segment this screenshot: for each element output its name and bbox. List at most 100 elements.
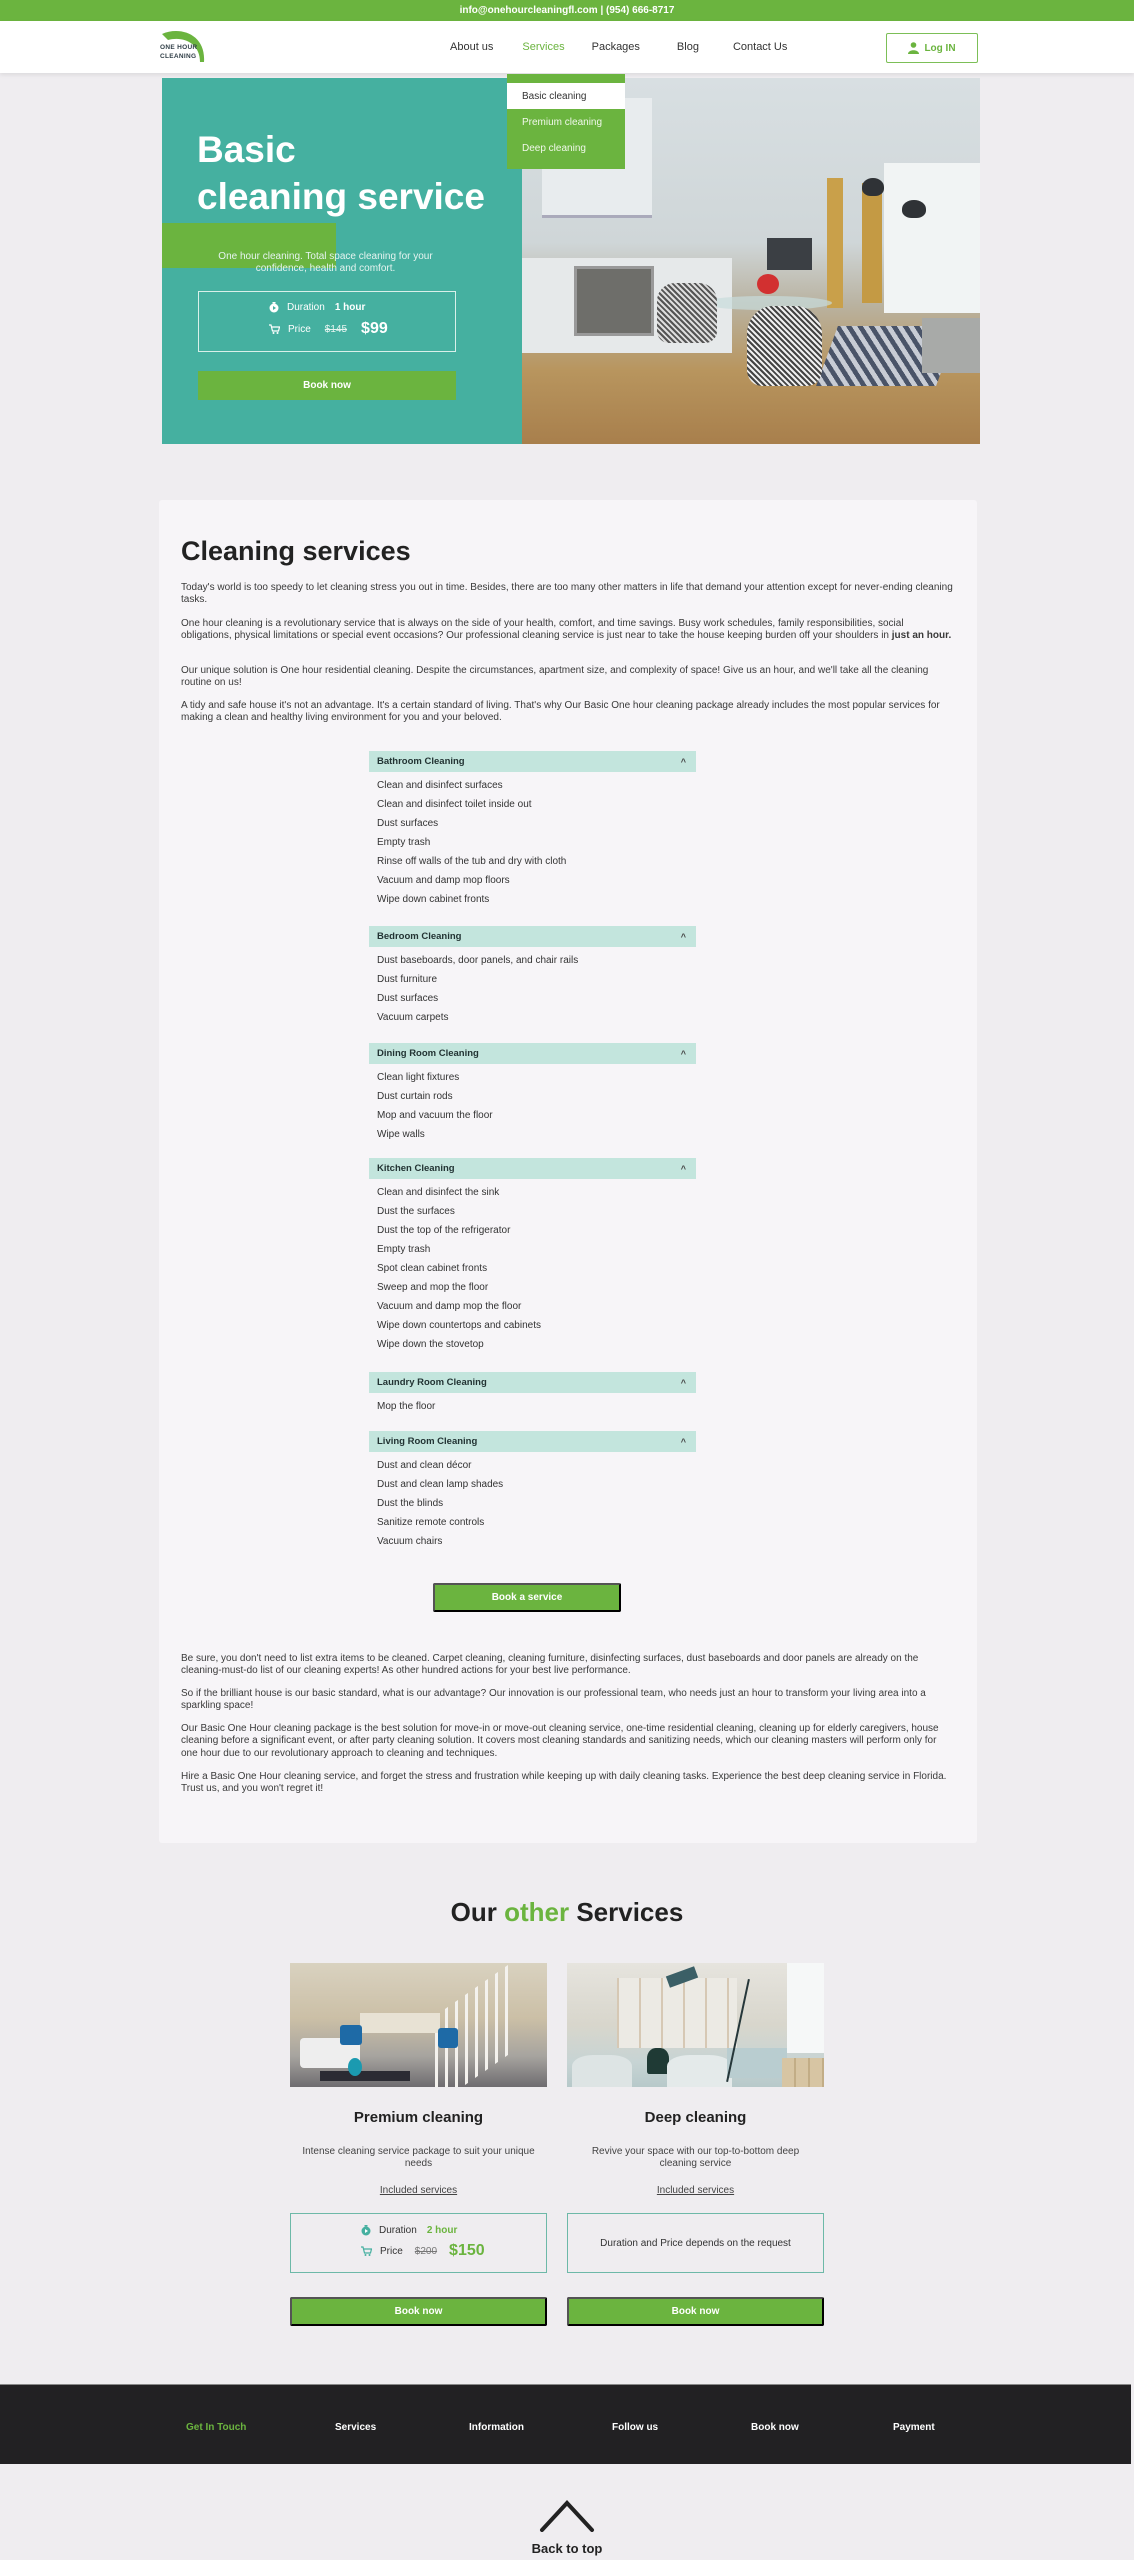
- service-description: Intense cleaning service package to suit…: [302, 2146, 535, 2169]
- chevron-up-icon: ^: [680, 1163, 686, 1174]
- list-item: Wipe down cabinet fronts: [377, 894, 490, 905]
- logo-text: ONE HOUR CLEANING: [160, 44, 198, 60]
- accordion-list: Clean and disinfect surfaces Clean and d…: [369, 772, 696, 911]
- deep-book-now-button[interactable]: Book now: [567, 2297, 824, 2326]
- duration-row: Duration 2 hour: [361, 2225, 457, 2236]
- list-item: Vacuum and damp mop the floor: [377, 1301, 522, 1312]
- accordion-list: Dust baseboards, door panels, and chair …: [369, 947, 696, 1029]
- section-title: Cleaning services: [181, 536, 411, 566]
- accordion-dining-room: Dining Room Cleaning ^ Clean light fixtu…: [369, 1043, 696, 1146]
- intro-paragraph: Our unique solution is One hour resident…: [181, 665, 929, 689]
- service-name: Premium cleaning: [353, 2109, 484, 2126]
- list-item: Dust surfaces: [377, 993, 439, 1004]
- top-contact-bar: info@onehourcleaningfl.com | (954) 666-8…: [0, 0, 1134, 21]
- accordion-header[interactable]: Bedroom Cleaning ^: [369, 926, 696, 947]
- list-item: Dust the top of the refrigerator: [377, 1225, 511, 1236]
- outro-paragraph: So if the brilliant house is our basic s…: [181, 1688, 926, 1712]
- list-item: Dust and clean décor: [377, 1460, 472, 1471]
- footer-services[interactable]: Services: [335, 2422, 376, 2433]
- list-item: Vacuum and damp mop floors: [377, 875, 510, 886]
- list-item: Clean and disinfect surfaces: [377, 780, 503, 791]
- login-label: Log IN: [924, 42, 956, 54]
- old-price: $200: [414, 2245, 438, 2257]
- accordion-kitchen: Kitchen Cleaning ^ Clean and disinfect t…: [369, 1158, 696, 1356]
- footer-get-in-touch[interactable]: Get In Touch: [186, 2422, 246, 2433]
- list-item: Dust furniture: [377, 974, 438, 985]
- back-to-top-label: Back to top: [531, 2541, 603, 2556]
- footer-payment[interactable]: Payment: [893, 2422, 935, 2433]
- pricing-note: Duration and Price depends on the reques…: [600, 2238, 791, 2249]
- list-item: Empty trash: [377, 837, 431, 848]
- footer-information[interactable]: Information: [469, 2422, 524, 2433]
- other-services-title: Our other Services: [450, 1897, 684, 1927]
- outro-paragraph: Hire a Basic One Hour cleaning service, …: [181, 1771, 947, 1795]
- service-description: Revive your space with our top-to-bottom…: [591, 2146, 800, 2169]
- chevron-up-icon: ^: [680, 931, 686, 942]
- accordion-header[interactable]: Dining Room Cleaning ^: [369, 1043, 696, 1064]
- nav-services[interactable]: Services: [522, 41, 564, 53]
- list-item: Empty trash: [377, 1244, 431, 1255]
- back-to-top[interactable]: Back to top: [0, 2500, 1134, 2556]
- list-item: Spot clean cabinet fronts: [377, 1263, 488, 1274]
- accordion-header[interactable]: Living Room Cleaning ^: [369, 1431, 696, 1452]
- cart-icon: [269, 324, 280, 334]
- cleaning-services-card: Cleaning services Today's world is too s…: [159, 500, 977, 1843]
- service-card-premium: Premium cleaning Intense cleaning servic…: [290, 1963, 547, 2326]
- deep-cleaning-photo: [567, 1963, 824, 2087]
- hero-pricing-box: Duration 1 hour Price $145 $99: [198, 291, 456, 352]
- nav-about-us[interactable]: About us: [450, 41, 493, 53]
- login-button[interactable]: Log IN: [886, 33, 978, 63]
- dropdown-item-premium-cleaning[interactable]: Premium cleaning: [507, 109, 625, 135]
- list-item: Rinse off walls of the tub and dry with …: [377, 856, 567, 867]
- list-item: Mop the floor: [377, 1401, 436, 1412]
- list-item: Clean and disinfect the sink: [377, 1187, 500, 1198]
- logo[interactable]: ONE HOUR CLEANING: [160, 28, 210, 68]
- accordion-living-room: Living Room Cleaning ^ Dust and clean dé…: [369, 1431, 696, 1553]
- main-nav: About us Services Packages Blog Contact …: [450, 21, 787, 73]
- chevron-up-icon: ^: [680, 1436, 686, 1447]
- service-name: Deep cleaning: [644, 2109, 747, 2126]
- accordion-header[interactable]: Kitchen Cleaning ^: [369, 1158, 696, 1179]
- accordion-list: Mop the floor: [369, 1393, 696, 1418]
- hero-book-now-button[interactable]: Book now: [198, 371, 456, 400]
- list-item: Vacuum chairs: [377, 1536, 443, 1547]
- chevron-up-icon: ^: [680, 756, 686, 767]
- nav-blog[interactable]: Blog: [677, 41, 699, 53]
- list-item: Dust the surfaces: [377, 1206, 455, 1217]
- price-row: Price $145 $99: [269, 320, 388, 338]
- current-price: $99: [361, 320, 388, 337]
- accordion-header[interactable]: Bathroom Cleaning ^: [369, 751, 696, 772]
- outro-paragraph: Be sure, you don't need to list extra it…: [181, 1653, 919, 1677]
- cart-icon: [361, 2246, 372, 2256]
- duration-row: Duration 1 hour: [269, 302, 365, 313]
- footer-book-now[interactable]: Book now: [751, 2422, 799, 2433]
- footer-follow-us[interactable]: Follow us: [612, 2422, 658, 2433]
- accordion-bathroom: Bathroom Cleaning ^ Clean and disinfect …: [369, 751, 696, 911]
- stopwatch-icon: [361, 2225, 371, 2236]
- dropdown-item-deep-cleaning[interactable]: Deep cleaning: [507, 135, 625, 161]
- premium-cleaning-photo: [290, 1963, 547, 2087]
- current-price: $150: [449, 2242, 485, 2259]
- service-card-deep: Deep cleaning Revive your space with our…: [567, 1963, 824, 2326]
- contact-info[interactable]: info@onehourcleaningfl.com | (954) 666-8…: [460, 5, 675, 16]
- site-header: ONE HOUR CLEANING About us Services Pack…: [0, 21, 1134, 73]
- dropdown-item-basic-cleaning[interactable]: Basic cleaning: [507, 83, 625, 109]
- included-services-link[interactable]: Included services: [567, 2185, 824, 2196]
- accordion-list: Clean light fixtures Dust curtain rods M…: [369, 1064, 696, 1146]
- chevron-up-icon: [540, 2500, 594, 2532]
- accordion-header[interactable]: Laundry Room Cleaning ^: [369, 1372, 696, 1393]
- intro-paragraph: A tidy and safe house it's not an advant…: [181, 700, 940, 724]
- outro-paragraph: Our Basic One Hour cleaning package is t…: [181, 1723, 939, 1759]
- nav-packages[interactable]: Packages: [592, 41, 640, 53]
- deep-pricing-box: Duration and Price depends on the reques…: [567, 2213, 824, 2273]
- chevron-up-icon: ^: [680, 1377, 686, 1388]
- accordion-list: Clean and disinfect the sink Dust the su…: [369, 1179, 696, 1356]
- hero-subtitle: One hour cleaning. Total space cleaning …: [218, 251, 433, 274]
- premium-book-now-button[interactable]: Book now: [290, 2297, 547, 2326]
- book-a-service-button[interactable]: Book a service: [433, 1583, 621, 1612]
- nav-contact-us[interactable]: Contact Us: [733, 41, 787, 53]
- intro-paragraph: Today's world is too speedy to let clean…: [181, 582, 953, 606]
- stopwatch-icon: [269, 302, 279, 313]
- list-item: Wipe walls: [377, 1129, 425, 1140]
- included-services-link[interactable]: Included services: [290, 2185, 547, 2196]
